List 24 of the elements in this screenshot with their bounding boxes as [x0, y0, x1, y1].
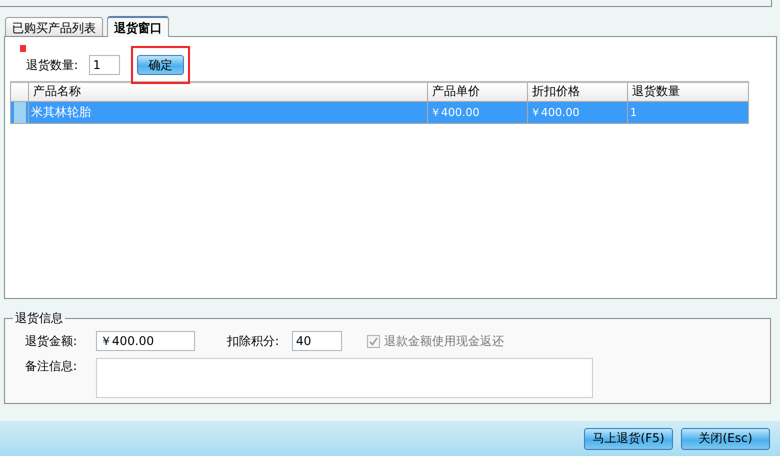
- tab[interactable]: 退货窗口: [107, 16, 169, 37]
- points-field[interactable]: 40: [292, 331, 342, 351]
- column-header[interactable]: 折扣价格: [528, 82, 628, 101]
- footer-button[interactable]: 关闭(Esc): [681, 428, 770, 450]
- quantity-label: 退货数量:: [26, 56, 80, 74]
- group-title: 退货信息: [14, 310, 64, 327]
- column-header[interactable]: 产品名称: [28, 82, 428, 101]
- note-label: 备注信息:: [25, 358, 78, 375]
- table-cell: ￥400.00: [428, 101, 528, 123]
- column-header[interactable]: 产品单价: [428, 82, 528, 101]
- table-cell: 1: [628, 101, 748, 123]
- row-selector[interactable]: [10, 101, 28, 123]
- tab[interactable]: 已购买产品列表: [5, 17, 103, 36]
- table-cell: ￥400.00: [528, 101, 628, 123]
- confirm-button[interactable]: 确定: [137, 55, 184, 75]
- amount-field[interactable]: ￥400.00: [96, 331, 195, 351]
- quantity-field[interactable]: 1: [89, 55, 120, 75]
- points-label: 扣除积分:: [227, 332, 280, 350]
- table-cell: 米其林轮胎: [28, 101, 428, 123]
- footer-button[interactable]: 马上退货(F5): [584, 428, 673, 450]
- amount-label: 退货金额:: [25, 332, 78, 350]
- note-field[interactable]: [96, 358, 593, 398]
- column-header[interactable]: 退货数量: [628, 82, 748, 101]
- check-icon: [369, 336, 378, 346]
